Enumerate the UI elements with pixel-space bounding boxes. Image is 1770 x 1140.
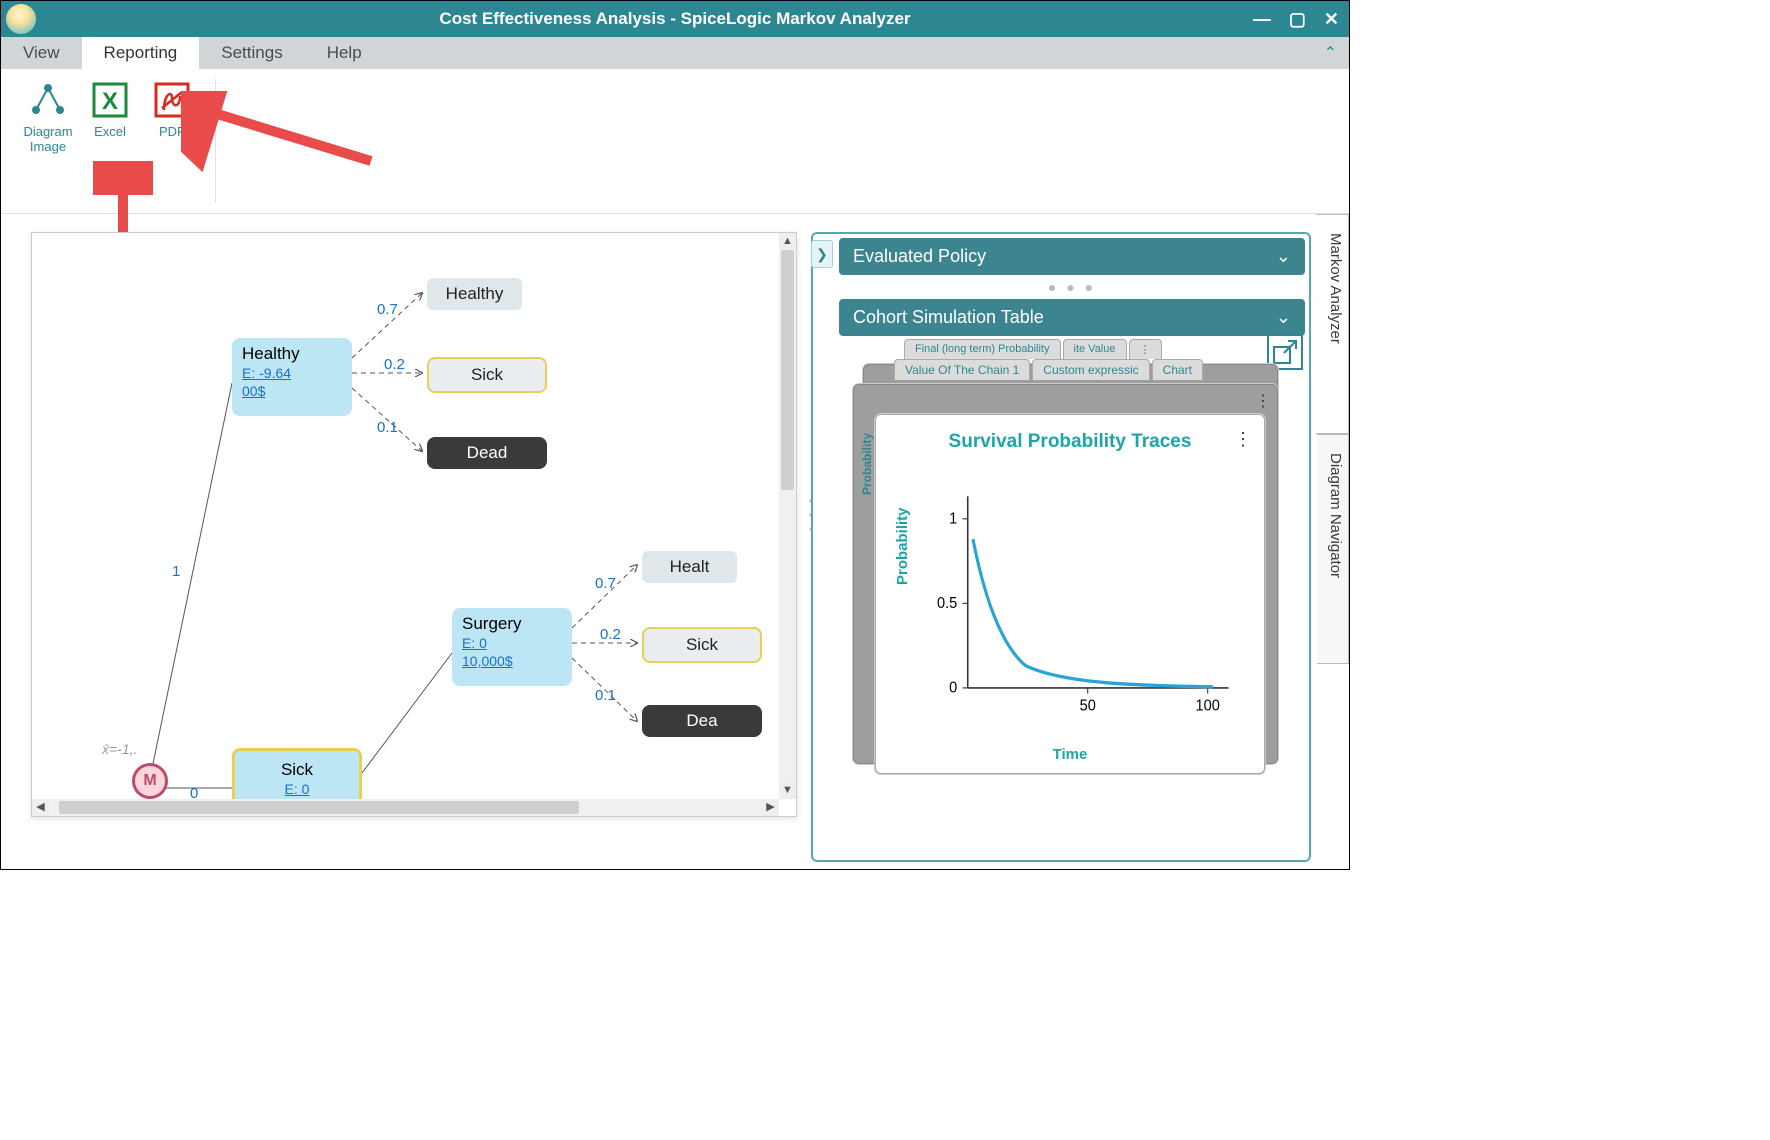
tab-markov-analyzer[interactable]: Markov Analyzer xyxy=(1315,214,1349,434)
edge-probability: 0.1 xyxy=(377,419,398,436)
card-tab[interactable]: Custom expressic xyxy=(1032,359,1149,380)
ribbon: Diagram Image X Excel PDF xyxy=(1,69,1349,214)
minimize-button[interactable]: — xyxy=(1249,9,1275,30)
node-sick-child[interactable]: Sick xyxy=(427,357,547,393)
app-orb-icon[interactable] xyxy=(6,4,36,34)
diagram-canvas[interactable]: Healthy E: -9.64 00$ 0.7 Healthy 0.2 Sic… xyxy=(32,233,796,816)
pdf-icon xyxy=(151,79,193,121)
chevron-down-icon: ⌄ xyxy=(1276,246,1291,267)
edge-probability: 0.1 xyxy=(595,687,616,704)
side-panel: ••• ❯ Evaluated Policy ⌄ ● ● ● Cohort Si… xyxy=(807,214,1317,869)
edge-probability: 0.7 xyxy=(595,575,616,592)
node-label: Healthy xyxy=(242,344,342,364)
svg-text:1: 1 xyxy=(949,510,957,528)
accordion-label: Evaluated Policy xyxy=(853,246,986,267)
title-bar: Cost Effectiveness Analysis - SpiceLogic… xyxy=(1,1,1349,37)
card-tab[interactable]: ⋮ xyxy=(1129,339,1162,359)
edge-probability: 0.2 xyxy=(384,356,405,373)
node-value: E: -9.64 00$ xyxy=(242,364,342,400)
expand-chevron-icon[interactable]: ❯ xyxy=(811,240,833,268)
node-surgery[interactable]: Surgery E: 0 10,000$ xyxy=(452,608,572,686)
svg-text:X: X xyxy=(102,88,118,115)
cohort-table-header[interactable]: Cohort Simulation Table ⌄ xyxy=(839,299,1305,336)
node-dead-child[interactable]: Dea xyxy=(642,705,762,737)
menu-bar: View Reporting Settings Help ⌃ xyxy=(1,37,1349,69)
accordion-label: Cohort Simulation Table xyxy=(853,307,1044,328)
evaluated-policy-header[interactable]: Evaluated Policy ⌄ xyxy=(839,238,1305,275)
diagram-image-icon xyxy=(27,79,69,121)
chart-title: Survival Probability Traces xyxy=(876,415,1264,453)
card-tab[interactable]: Value Of The Chain 1 xyxy=(894,359,1030,380)
axis-label: Probability xyxy=(860,433,874,495)
tab-diagram-navigator[interactable]: Diagram Navigator xyxy=(1317,434,1349,664)
svg-text:0.5: 0.5 xyxy=(937,594,957,612)
diagram-image-button[interactable]: Diagram Image xyxy=(17,79,79,155)
markov-root-node[interactable]: M xyxy=(132,763,168,799)
node-healthy-child[interactable]: Healt xyxy=(642,551,737,583)
pdf-button[interactable]: PDF xyxy=(141,79,203,140)
horizontal-scrollbar[interactable]: ◀▶ xyxy=(32,799,779,816)
vertical-tab-strip: Markov Analyzer Diagram Navigator xyxy=(1317,214,1349,869)
excel-icon: X xyxy=(89,79,131,121)
chart-card-stack: Final (long term) Probability ite Value … xyxy=(853,364,1305,794)
close-button[interactable]: ✕ xyxy=(1320,9,1343,30)
kebab-icon[interactable]: ⋮ xyxy=(1255,391,1271,411)
chart-ylabel: Probability xyxy=(894,507,911,585)
menu-settings[interactable]: Settings xyxy=(199,37,304,69)
svg-text:100: 100 xyxy=(1196,697,1220,715)
menu-reporting[interactable]: Reporting xyxy=(82,37,200,69)
maximize-button[interactable]: ▢ xyxy=(1285,9,1310,30)
node-label: Surgery xyxy=(462,614,562,634)
menu-view[interactable]: View xyxy=(1,37,82,69)
vertical-scrollbar[interactable]: ▲▼ xyxy=(779,233,796,799)
diagram-canvas-panel: Healthy E: -9.64 00$ 0.7 Healthy 0.2 Sic… xyxy=(1,214,807,869)
chart-xlabel: Time xyxy=(876,746,1264,763)
node-healthy[interactable]: Healthy E: -9.64 00$ xyxy=(232,338,352,416)
ribbon-collapse-icon[interactable]: ⌃ xyxy=(1324,43,1337,63)
card-tab[interactable]: ite Value xyxy=(1063,339,1127,359)
survival-chart-card[interactable]: Survival Probability Traces ⋮ Probabilit… xyxy=(875,414,1265,774)
drag-dots-icon[interactable]: ● ● ● xyxy=(839,279,1305,295)
chevron-down-icon: ⌄ xyxy=(1276,307,1291,328)
edge-probability: 0.7 xyxy=(377,301,398,318)
node-value: E: 0 xyxy=(245,780,349,798)
kebab-icon[interactable]: ⋮ xyxy=(1234,429,1252,450)
diagram-image-label: Diagram Image xyxy=(23,125,72,155)
svg-text:50: 50 xyxy=(1080,697,1096,715)
node-sick-child[interactable]: Sick xyxy=(642,627,762,663)
node-label: Sick xyxy=(245,760,349,780)
edge-probability: 0.2 xyxy=(600,626,621,643)
menu-help[interactable]: Help xyxy=(305,37,384,69)
chart-plot-area: 1 0.5 0 50 100 xyxy=(926,485,1239,733)
svg-text:0: 0 xyxy=(949,679,957,697)
node-annotation: x̄=-1,. xyxy=(102,741,137,757)
node-value: E: 0 10,000$ xyxy=(462,634,562,670)
edge-probability: 1 xyxy=(172,563,180,580)
card-tab[interactable]: Chart xyxy=(1152,359,1203,380)
card-tab[interactable]: Final (long term) Probability xyxy=(904,339,1061,359)
node-dead-child[interactable]: Dead xyxy=(427,437,547,469)
pdf-label: PDF xyxy=(159,125,185,140)
window-title: Cost Effectiveness Analysis - SpiceLogic… xyxy=(1,9,1349,29)
excel-button[interactable]: X Excel xyxy=(79,79,141,140)
excel-label: Excel xyxy=(94,125,126,140)
node-healthy-child[interactable]: Healthy xyxy=(427,278,522,310)
